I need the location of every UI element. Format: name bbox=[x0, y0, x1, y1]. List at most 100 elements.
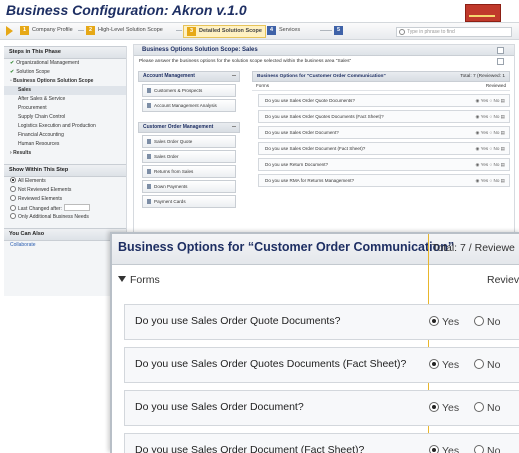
app-title: Business Configuration: Akron v.1.0 bbox=[6, 2, 247, 18]
sidebar-item-supply-chain[interactable]: Supply Chain Control bbox=[4, 113, 126, 122]
no-label: No bbox=[493, 98, 500, 103]
radio-icon bbox=[474, 445, 484, 453]
step-company-profile[interactable]: 1 Company Profile bbox=[20, 25, 73, 36]
sidebar-item-financial[interactable]: Financial Accounting bbox=[4, 131, 126, 140]
filter-additional-needs[interactable]: Only Additional Business Needs bbox=[4, 213, 126, 222]
no-label: No bbox=[493, 130, 500, 135]
option-question: Do you use Sales Order Document? bbox=[265, 130, 339, 135]
yes-label: Yes bbox=[442, 359, 460, 371]
account-management-heading: Account Management bbox=[138, 71, 240, 82]
sidebar-item-results[interactable]: › Results bbox=[4, 149, 126, 158]
yes-radio[interactable]: Yes bbox=[429, 402, 459, 414]
step-services[interactable]: 4 Services bbox=[267, 25, 300, 36]
yes-no-toggle[interactable]: ◉ Yes ○ No ▤ bbox=[475, 95, 505, 106]
sidebar-item-sales[interactable]: Sales bbox=[4, 86, 126, 95]
search-input[interactable]: Type in phrase to find bbox=[396, 27, 512, 37]
yes-no-toggle[interactable]: ◉ Yes ○ No ▤ bbox=[475, 175, 505, 186]
step-label: Company Profile bbox=[32, 27, 73, 33]
button-label: Customers & Prospects bbox=[154, 88, 203, 93]
payment-cards-button[interactable]: Payment Cards bbox=[142, 195, 236, 208]
collaborate-link[interactable]: Collaborate bbox=[4, 241, 126, 250]
yes-radio[interactable]: Yes bbox=[429, 316, 459, 328]
sales-order-button[interactable]: Sales Order bbox=[142, 150, 236, 163]
account-analysis-button[interactable]: Account Management Analysis bbox=[142, 99, 236, 112]
document-icon bbox=[147, 88, 151, 93]
filter-not-reviewed[interactable]: Not Reviewed Elements bbox=[4, 186, 126, 195]
checkmark-icon: ✔ bbox=[10, 69, 15, 75]
sidebar-item-logistics[interactable]: Logistics Execution and Production bbox=[4, 122, 126, 131]
yes-no-toggle[interactable]: ◉ Yes ○ No ▤ bbox=[475, 159, 505, 170]
option-question: Do you use Sales Order Quotes Documents … bbox=[135, 358, 407, 370]
option-question: Do you use Sales Order Quote Documents? bbox=[135, 315, 341, 327]
no-radio[interactable]: No bbox=[474, 445, 500, 453]
forms-group-header[interactable]: Forms Reviewed bbox=[252, 82, 510, 91]
options-panel-title: Business Options for "Customer Order Com… bbox=[257, 74, 386, 79]
section-title: Customer Order Management bbox=[143, 124, 214, 130]
radio-button[interactable] bbox=[10, 205, 16, 211]
sidebar-item-after-sales[interactable]: After Sales & Service bbox=[4, 95, 126, 104]
close-icon[interactable] bbox=[497, 58, 504, 65]
filter-label: Only Additional Business Needs bbox=[18, 214, 89, 220]
sidebar-item-business-options[interactable]: ▫ Business Options Solution Scope bbox=[4, 77, 126, 86]
sales-areas-column: Account Management Customers & Prospects… bbox=[138, 71, 240, 210]
down-payments-button[interactable]: Down Payments bbox=[142, 180, 236, 193]
restore-icon[interactable] bbox=[497, 47, 504, 54]
option-row: Do you use Return Document? ◉ Yes ○ No ▤ bbox=[258, 158, 510, 171]
pencil-icon bbox=[147, 184, 151, 189]
sidebar-item-hr[interactable]: Human Resources bbox=[4, 140, 126, 149]
no-label: No bbox=[493, 162, 500, 167]
company-logo bbox=[465, 4, 501, 22]
button-label: Sales Order Quote bbox=[154, 139, 193, 144]
radio-button[interactable] bbox=[10, 213, 16, 219]
checkmark-icon: ✔ bbox=[10, 60, 15, 66]
radio-button[interactable] bbox=[10, 186, 16, 192]
step-number: 3 bbox=[187, 27, 196, 36]
yes-label: Yes bbox=[480, 146, 489, 151]
no-radio[interactable]: No bbox=[474, 359, 500, 371]
collapse-icon[interactable] bbox=[232, 126, 236, 127]
no-radio[interactable]: No bbox=[474, 402, 500, 414]
step-high-level-scope[interactable]: 2 High-Level Solution Scope bbox=[86, 25, 163, 36]
step-number: 5 bbox=[334, 26, 343, 35]
no-label: No bbox=[493, 114, 500, 119]
no-radio[interactable]: No bbox=[474, 316, 500, 328]
no-label: No bbox=[487, 402, 501, 414]
sidebar-item-procurement[interactable]: Procurement bbox=[4, 104, 126, 113]
forms-group-toggle[interactable]: Forms bbox=[118, 274, 160, 286]
filter-last-changed[interactable]: Last Changed after: bbox=[4, 204, 126, 213]
filter-label: Last Changed after: bbox=[18, 206, 62, 212]
date-field[interactable] bbox=[63, 204, 90, 211]
step-number: 1 bbox=[20, 26, 29, 35]
customers-prospects-button[interactable]: Customers & Prospects bbox=[142, 84, 236, 97]
yes-no-toggle[interactable]: ◉ Yes ○ No ▤ bbox=[475, 143, 505, 154]
filter-all-elements[interactable]: All Elements bbox=[4, 177, 126, 186]
search-icon bbox=[399, 29, 405, 35]
step-separator bbox=[176, 30, 182, 31]
sidebar-item-solution-scope[interactable]: ✔ Solution Scope bbox=[4, 68, 126, 77]
step-five[interactable]: 5 bbox=[334, 25, 346, 36]
customer-order-management-heading: Customer Order Management bbox=[138, 122, 240, 133]
radio-button[interactable] bbox=[10, 177, 16, 183]
play-icon[interactable] bbox=[6, 26, 13, 36]
step-detailed-scope[interactable]: 3 Detailed Solution Scope bbox=[183, 25, 266, 38]
option-question: Do you use Sales Order Document (Fact Sh… bbox=[135, 444, 365, 453]
sidebar-item-label: Results bbox=[13, 150, 32, 156]
collapse-icon[interactable] bbox=[232, 75, 236, 76]
yes-label: Yes bbox=[480, 178, 489, 183]
yes-radio[interactable]: Yes bbox=[429, 359, 459, 371]
radio-button[interactable] bbox=[10, 195, 16, 201]
yes-no-toggle[interactable]: ◉ Yes ○ No ▤ bbox=[475, 111, 505, 122]
yes-radio[interactable]: Yes bbox=[429, 445, 459, 453]
yes-label: Yes bbox=[480, 114, 489, 119]
sales-order-quote-button[interactable]: Sales Order Quote bbox=[142, 135, 236, 148]
sidebar-item-org-management[interactable]: ✔ Organizational Management bbox=[4, 59, 126, 68]
reviewed-column-label: Reviewed bbox=[485, 83, 506, 88]
option-row: Do you use RMA for Returns Management? ◉ … bbox=[258, 174, 510, 187]
option-row: Do you use Sales Order Quote Documents? … bbox=[124, 304, 519, 340]
button-label: Sales Order bbox=[154, 154, 179, 159]
radio-icon bbox=[474, 402, 484, 412]
yes-no-toggle[interactable]: ◉ Yes ○ No ▤ bbox=[475, 127, 505, 138]
returns-from-sales-button[interactable]: Returns from Sales bbox=[142, 165, 236, 178]
no-label: No bbox=[487, 316, 501, 328]
filter-reviewed[interactable]: Reviewed Elements bbox=[4, 195, 126, 204]
